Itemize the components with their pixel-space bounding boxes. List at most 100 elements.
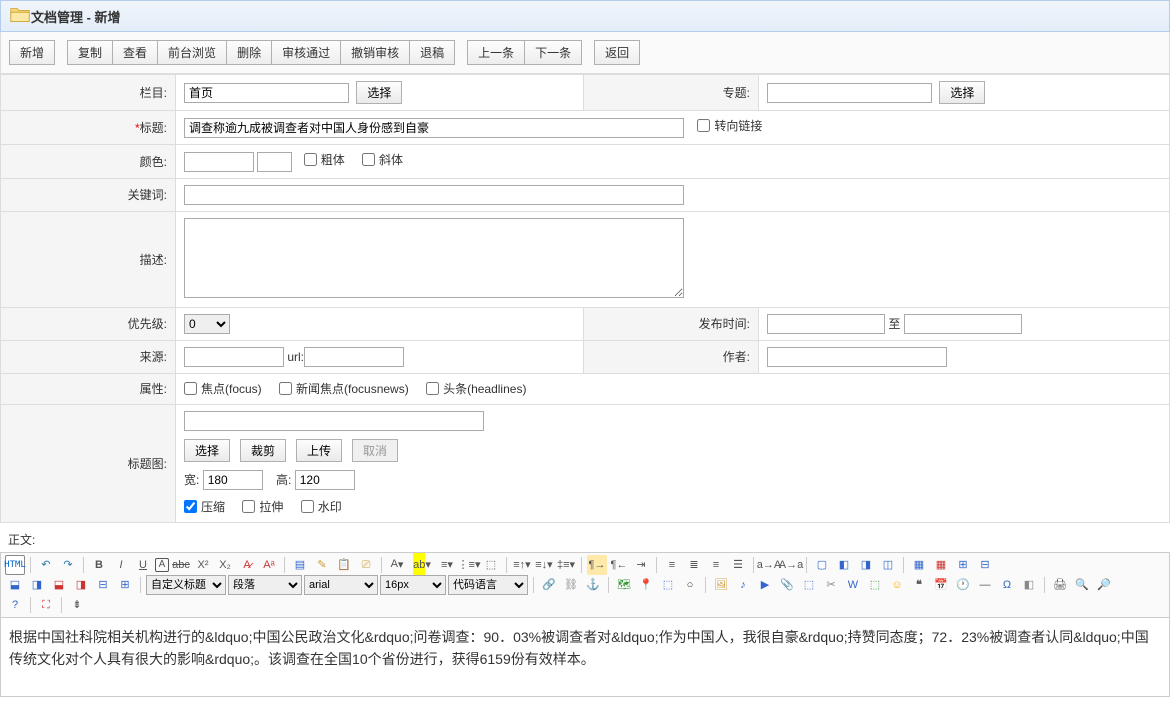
titleimg-stretch-checkbox[interactable] xyxy=(242,500,255,513)
color-input-2[interactable] xyxy=(257,152,292,172)
removeformat-icon[interactable]: A̷ xyxy=(237,555,257,575)
horizontal-icon[interactable]: — xyxy=(975,575,995,595)
blockquote-icon[interactable]: ✎ xyxy=(312,555,332,575)
preview-button[interactable]: 前台浏览 xyxy=(158,40,227,65)
titleimg-compress-checkbox[interactable] xyxy=(184,500,197,513)
titleimg-upload-button[interactable]: 上传 xyxy=(296,439,342,462)
titleimg-watermark-checkbox[interactable] xyxy=(301,500,314,513)
titleimg-height-input[interactable] xyxy=(295,470,355,490)
titleimg-path-input[interactable] xyxy=(184,411,484,431)
attr-focus-checkbox[interactable] xyxy=(184,382,197,395)
view-button[interactable]: 查看 xyxy=(113,40,158,65)
column-select-button[interactable]: 选择 xyxy=(356,81,402,104)
next-button[interactable]: 下一条 xyxy=(525,40,582,65)
link-icon[interactable]: 🔗 xyxy=(539,575,559,595)
splittorows-icon[interactable]: ⊟ xyxy=(93,575,113,595)
splittocols-icon[interactable]: ⊞ xyxy=(115,575,135,595)
pagebreak-icon[interactable]: ⇟ xyxy=(67,595,87,615)
forecolor-icon[interactable]: A▾ xyxy=(387,555,407,575)
insertframe-icon[interactable]: ⬚ xyxy=(658,575,678,595)
formatmatch-icon[interactable]: Aᵃ xyxy=(259,555,279,575)
title-input[interactable] xyxy=(184,118,684,138)
strikethrough-icon[interactable]: abc xyxy=(171,555,191,575)
justifycenter-icon[interactable]: ≣ xyxy=(684,555,704,575)
author-input[interactable] xyxy=(767,347,947,367)
fontfamily-select[interactable]: arial xyxy=(304,575,378,595)
map-icon[interactable]: 🗺 xyxy=(614,575,634,595)
print-icon[interactable]: 🖨 xyxy=(1050,575,1070,595)
spechars-icon[interactable]: Ω xyxy=(997,575,1017,595)
topic-select-button[interactable]: 选择 xyxy=(939,81,985,104)
approve-button[interactable]: 审核通过 xyxy=(272,40,341,65)
customstyle-select[interactable]: 自定义标题 xyxy=(146,575,226,595)
titleimg-width-input[interactable] xyxy=(203,470,263,490)
revoke-button[interactable]: 撤销审核 xyxy=(341,40,410,65)
pubtime-from-input[interactable] xyxy=(767,314,885,334)
column-input[interactable] xyxy=(184,83,349,103)
snapscreen-icon[interactable]: ✂ xyxy=(821,575,841,595)
italic-icon[interactable]: I xyxy=(111,555,131,575)
titleimg-crop-button[interactable]: 裁剪 xyxy=(240,439,286,462)
titleimg-select-button[interactable]: 选择 xyxy=(184,439,230,462)
html-source-button[interactable]: HTML xyxy=(5,555,25,575)
editor-content[interactable]: 根据中国社科院相关机构进行的&ldquo;中国公民政治文化&rdquo;问卷调查… xyxy=(0,617,1170,697)
attr-headlines-checkbox[interactable] xyxy=(426,382,439,395)
insertimage-icon[interactable]: 🖼 xyxy=(711,575,731,595)
rowspacingbottom-icon[interactable]: ≡↓▾ xyxy=(534,555,554,575)
fontsize-select[interactable]: 16px xyxy=(380,575,446,595)
source-url-input[interactable] xyxy=(304,347,404,367)
emotion-icon[interactable]: ☺ xyxy=(887,575,907,595)
webapp-icon[interactable]: ⬚ xyxy=(799,575,819,595)
codelanguage-select[interactable]: 代码语言 xyxy=(448,575,528,595)
backcolor-icon[interactable]: ab▾ xyxy=(409,555,435,575)
mergecells-icon[interactable]: ⊞ xyxy=(953,555,973,575)
paragraph-select[interactable]: 段落 xyxy=(228,575,302,595)
redo-icon[interactable]: ↷ xyxy=(58,555,78,575)
subscript-icon[interactable]: X₂ xyxy=(215,555,235,575)
priority-select[interactable]: 0 xyxy=(184,314,230,334)
imageright-icon[interactable]: ◨ xyxy=(856,555,876,575)
desc-textarea[interactable] xyxy=(184,218,684,298)
delete-button[interactable]: 删除 xyxy=(227,40,272,65)
bold-icon[interactable]: B xyxy=(89,555,109,575)
underline-icon[interactable]: U xyxy=(133,555,153,575)
topic-input[interactable] xyxy=(767,83,932,103)
background-icon[interactable]: ◧ xyxy=(1019,575,1039,595)
insertvideo-icon[interactable]: ▶ xyxy=(755,575,775,595)
preview-icon[interactable]: 🔍 xyxy=(1072,575,1092,595)
prev-button[interactable]: 上一条 xyxy=(467,40,525,65)
redirect-checkbox[interactable] xyxy=(697,119,710,132)
wordimage-icon[interactable]: W xyxy=(843,575,863,595)
help-icon[interactable]: ? xyxy=(5,595,25,615)
source-input[interactable] xyxy=(184,347,284,367)
lineheight-icon[interactable]: ‡≡▾ xyxy=(556,555,576,575)
anchor-icon[interactable]: ⚓ xyxy=(583,575,603,595)
pasteplain-icon[interactable]: 📋 xyxy=(334,555,354,575)
tolowercase-icon[interactable]: A→a xyxy=(781,555,801,575)
undo-icon[interactable]: ↶ xyxy=(36,555,56,575)
new-button[interactable]: 新增 xyxy=(9,40,55,65)
date-icon[interactable]: 📅 xyxy=(931,575,951,595)
color-input-1[interactable] xyxy=(184,152,254,172)
touppercase-icon[interactable]: a→A xyxy=(759,555,779,575)
rowspacingtop-icon[interactable]: ≡↑▾ xyxy=(512,555,532,575)
italic-checkbox[interactable] xyxy=(362,153,375,166)
justifyleft-icon[interactable]: ≡ xyxy=(662,555,682,575)
gmap-icon[interactable]: 📍 xyxy=(636,575,656,595)
back-button[interactable]: 返回 xyxy=(594,40,640,65)
insertorderedlist-icon[interactable]: ≡▾ xyxy=(437,555,457,575)
bold-checkbox[interactable] xyxy=(304,153,317,166)
splittocells-icon[interactable]: ⊟ xyxy=(975,555,995,575)
copy-button[interactable]: 复制 xyxy=(67,40,113,65)
superscript-icon[interactable]: X² xyxy=(193,555,213,575)
imagecenter-icon[interactable]: ◫ xyxy=(878,555,898,575)
attachment-icon[interactable]: 📎 xyxy=(777,575,797,595)
deletecol-icon[interactable]: ◨ xyxy=(71,575,91,595)
scrawl-icon[interactable]: ⬚ xyxy=(865,575,885,595)
searchreplace-icon[interactable]: 🔎 xyxy=(1094,575,1114,595)
imageleft-icon[interactable]: ◧ xyxy=(834,555,854,575)
inserttable-icon[interactable]: ▦ xyxy=(909,555,929,575)
deletetable-icon[interactable]: ▦ xyxy=(931,555,951,575)
directionalityrtl-icon[interactable]: ¶← xyxy=(609,555,629,575)
attr-focusnews-checkbox[interactable] xyxy=(279,382,292,395)
